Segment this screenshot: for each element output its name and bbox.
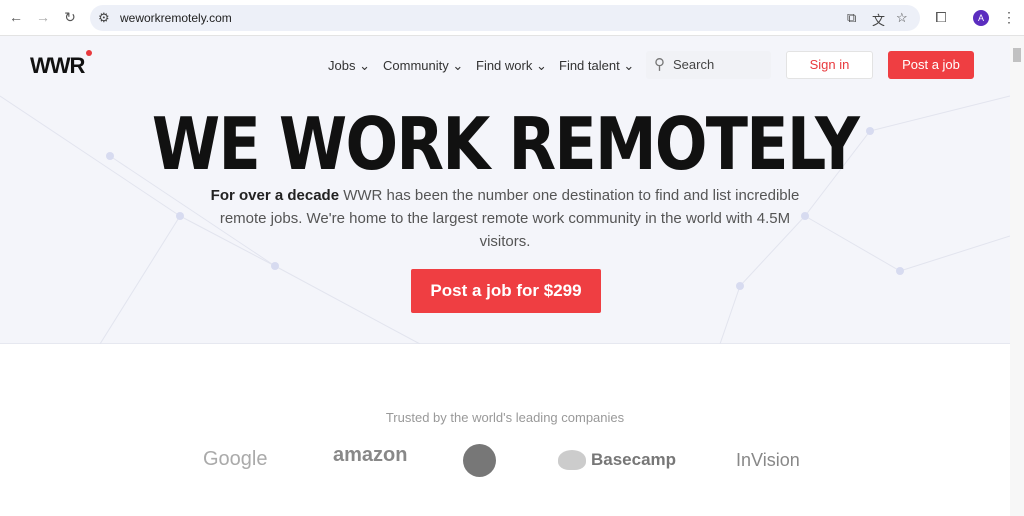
avatar[interactable]: A — [973, 10, 989, 26]
post-job-button[interactable]: Post a job — [888, 51, 974, 79]
amazon-logo: amazon — [333, 444, 408, 466]
hero-description: For over a decade WWR has been the numbe… — [210, 187, 800, 250]
nav-community[interactable]: Community ⌄ — [383, 58, 463, 74]
menu-icon[interactable]: ⋮ — [998, 9, 1020, 26]
extensions-icon[interactable]: ⧠ — [930, 9, 952, 26]
translate-icon[interactable]: 文 — [872, 10, 885, 29]
url-text: weworkremotely.com — [120, 11, 232, 25]
basecamp-icon — [558, 450, 586, 470]
scrollbar[interactable] — [1010, 36, 1024, 516]
forward-icon[interactable]: → — [32, 9, 54, 25]
google-logo: Google — [203, 448, 268, 470]
post-job-cta-button[interactable]: Post a job for $299 — [411, 269, 601, 313]
page: WWR Jobs ⌄ Community ⌄ Find work ⌄ Find … — [0, 36, 1010, 516]
github-logo — [463, 444, 496, 477]
basecamp-logo: Basecamp — [591, 450, 677, 469]
trusted-label: Trusted by the world's leading companies — [385, 410, 625, 425]
search-input[interactable]: ⚲ Search — [646, 51, 771, 79]
nav-jobs[interactable]: Jobs ⌄ — [328, 58, 370, 74]
nav-find-talent[interactable]: Find talent ⌄ — [559, 58, 634, 74]
install-icon[interactable]: ⧉ — [847, 10, 856, 26]
search-icon: ⚲ — [654, 56, 665, 73]
address-bar[interactable]: ⚙ weworkremotely.com ⧉ 文 ☆ — [90, 5, 920, 31]
invision-logo: InVision — [736, 450, 800, 470]
page-title: WE WORK REMOTELY — [151, 102, 860, 186]
nav-find-work[interactable]: Find work ⌄ — [476, 58, 547, 74]
sign-in-button[interactable]: Sign in — [786, 51, 873, 79]
star-icon[interactable]: ☆ — [896, 10, 908, 26]
browser-toolbar: ← → ↻ ⚙ weworkremotely.com ⧉ 文 ☆ ⧠ A ⋮ — [0, 0, 1024, 36]
reload-icon[interactable]: ↻ — [59, 9, 81, 26]
logo[interactable]: WWR — [30, 50, 93, 79]
back-icon[interactable]: ← — [5, 9, 27, 25]
site-settings-icon[interactable]: ⚙ — [98, 10, 110, 26]
